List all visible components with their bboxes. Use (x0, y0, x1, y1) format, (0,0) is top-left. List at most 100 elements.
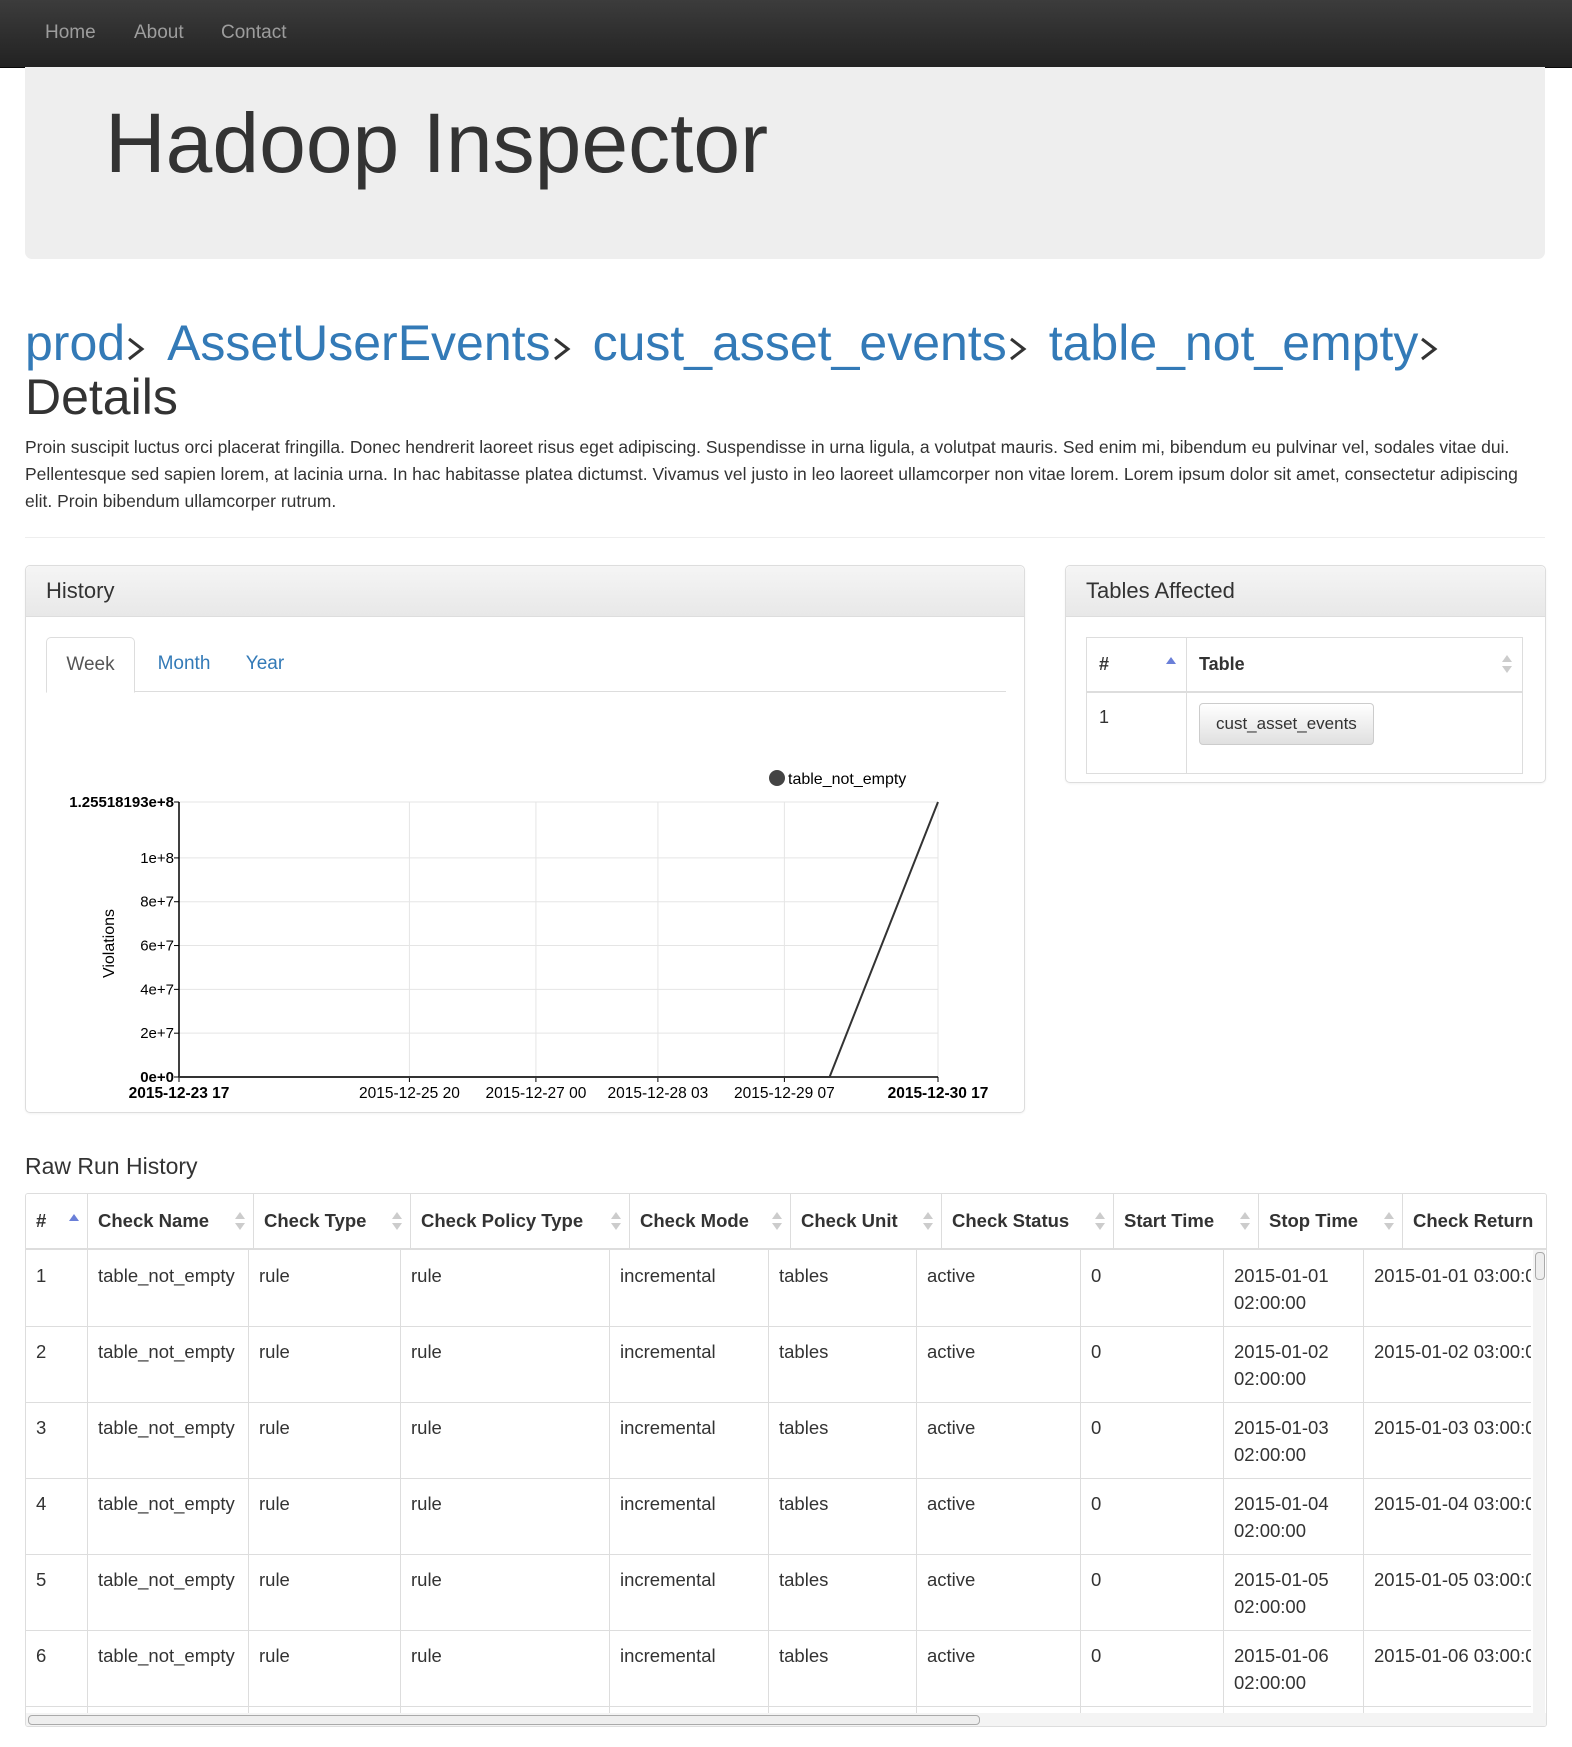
nav-home-link[interactable]: Home (45, 22, 96, 44)
history-panel: History Week Month Year 0e+0 2e+7 4e+7 6e+7… (25, 565, 1025, 1113)
column-header-check-mode[interactable]: Check Mode (630, 1194, 791, 1248)
cell-stop-time: 2015-01-03 02:00:00 (1224, 1402, 1364, 1478)
column-header-table[interactable]: Table (1186, 637, 1523, 693)
y-tick-label: 1e+8 (140, 850, 174, 867)
column-header-label: # (1099, 654, 1110, 674)
sort-both-icon (1095, 1212, 1105, 1230)
raw-history-header: # Check Name Check Type Check Policy Type Ch… (26, 1194, 1546, 1250)
cell-check-return: 2015-01-02 03:00:00 (1364, 1326, 1531, 1402)
nav-about-link[interactable]: About (134, 22, 184, 44)
cell-check-type: rule (249, 1478, 401, 1554)
breadcrumb-link-table[interactable]: cust_asset_events (593, 315, 1007, 371)
y-tick-label: 1.25518193e+8 (69, 794, 174, 811)
column-header-label: Check Return (1413, 1210, 1534, 1231)
column-header-check-unit[interactable]: Check Unit (791, 1194, 942, 1248)
scrollbar-thumb[interactable] (28, 1715, 980, 1725)
cell-status: active (917, 1554, 1081, 1630)
cell-stop-clock-text: 02:00:00 (1234, 1292, 1307, 1313)
cell-check-return: 2015-01-04 03:00:00 (1364, 1478, 1531, 1554)
sort-asc-icon (69, 1214, 79, 1221)
jumbotron: Hadoop Inspector (25, 67, 1545, 259)
cell-start: 0 (1081, 1402, 1224, 1478)
cell-stop-clock-text: 02:00:00 (1234, 1368, 1307, 1389)
cell-policy-type: rule (401, 1554, 610, 1630)
chevron-right-icon (1009, 337, 1027, 361)
nav-contact-link[interactable]: Contact (221, 22, 286, 44)
cell-num: 4 (26, 1478, 88, 1554)
cell-stop-time: 2015-01-04 02:00:00 (1224, 1478, 1364, 1554)
cell-start: 0 (1081, 1478, 1224, 1554)
cell-stop-clock-text: 02:00:00 (1234, 1672, 1307, 1693)
cell-num: 1 (26, 1250, 88, 1326)
column-header-label: Start Time (1124, 1210, 1215, 1231)
cell-check-name: table_not_empty (88, 1554, 249, 1630)
horizontal-scrollbar[interactable] (26, 1713, 1546, 1726)
column-header-num[interactable]: # (26, 1194, 88, 1248)
x-tick-label: 2015-12-25 20 (359, 1085, 460, 1101)
column-header-check-return[interactable]: Check Return (1403, 1194, 1546, 1248)
cell-policy-type: rule (401, 1478, 610, 1554)
cell-stop-date-text: 2015-01-04 (1234, 1493, 1329, 1514)
breadcrumb-link-prod[interactable]: prod (25, 315, 125, 371)
cell-status: active (917, 1250, 1081, 1326)
cell-unit: tables (769, 1478, 917, 1554)
cell-stop-time: 2015-01-05 02:00:00 (1224, 1554, 1364, 1630)
column-header-check-type[interactable]: Check Type (254, 1194, 411, 1248)
column-header-check-name[interactable]: Check Name (88, 1194, 254, 1248)
cell-check-return: 2015-01-05 03:00:00 (1364, 1554, 1531, 1630)
breadcrumb-link-dataset[interactable]: AssetUserEvents (167, 315, 550, 371)
tab-week[interactable]: Week (46, 637, 135, 693)
tab-year[interactable]: Year (230, 637, 300, 691)
cell-mode: incremental (610, 1402, 769, 1478)
history-panel-title: History (26, 566, 1024, 617)
column-header-start-time[interactable]: Start Time (1114, 1194, 1259, 1248)
scrollbar-thumb[interactable] (1535, 1252, 1545, 1280)
tab-month[interactable]: Month (146, 637, 222, 691)
table-row[interactable]: 2 table_not_empty rule rule incremental table… (26, 1326, 1531, 1403)
column-header-label: Table (1199, 654, 1245, 674)
cell-start: 0 (1081, 1326, 1224, 1402)
column-header-check-status[interactable]: Check Status (942, 1194, 1114, 1248)
cell-policy-type: rule (401, 1326, 610, 1402)
y-tick-label: 6e+7 (140, 938, 174, 955)
table-link-button[interactable]: cust_asset_events (1199, 703, 1374, 745)
legend-label: table_not_empty (788, 771, 906, 788)
y-tick-label: 2e+7 (140, 1025, 174, 1042)
column-header-label: Stop Time (1269, 1210, 1359, 1231)
column-header-stop-time[interactable]: Stop Time (1259, 1194, 1403, 1248)
cell-stop-time: 2015-01-01 02:00:00 (1224, 1250, 1364, 1326)
tables-affected-table: # Table 1 cust_asset_events (1086, 637, 1523, 774)
column-header-check-policy-type[interactable]: Check Policy Type (411, 1194, 630, 1248)
cell-stop-date-text: 2015-01-01 (1234, 1265, 1329, 1286)
cell-status: active (917, 1478, 1081, 1554)
cell-status: active (917, 1326, 1081, 1402)
table-row[interactable]: 5 table_not_empty rule rule incremental table… (26, 1554, 1531, 1631)
x-tick-label: 2015-12-28 03 (607, 1085, 708, 1101)
table-row[interactable]: 4 table_not_empty rule rule incremental table… (26, 1478, 1531, 1555)
cell-num: 6 (26, 1630, 88, 1706)
raw-history-body: 1 table_not_empty rule rule incremental table… (26, 1250, 1531, 1715)
cell-check-name: table_not_empty (88, 1630, 249, 1706)
breadcrumb-link-check[interactable]: table_not_empty (1049, 315, 1419, 371)
cell-status: active (917, 1402, 1081, 1478)
vertical-scrollbar[interactable] (1533, 1250, 1545, 1715)
cell-check-type: rule (249, 1630, 401, 1706)
column-header-label: Check Unit (801, 1210, 898, 1231)
cell-mode: incremental (610, 1326, 769, 1402)
table-row[interactable]: 1 table_not_empty rule rule incremental table… (26, 1250, 1531, 1327)
table-row[interactable]: 3 table_not_empty rule rule incremental table… (26, 1402, 1531, 1479)
table-row[interactable]: 6 table_not_empty rule rule incremental table… (26, 1630, 1531, 1707)
cell-unit: tables (769, 1630, 917, 1706)
cell-stop-date-text: 2015-01-02 (1234, 1341, 1329, 1362)
cell-check-type: rule (249, 1554, 401, 1630)
intro-text: Proin suscipit luctus orci placerat frin… (25, 437, 1518, 511)
cell-check-type: rule (249, 1402, 401, 1478)
cell-check-name: table_not_empty (88, 1326, 249, 1402)
cell-stop-clock-text: 02:00:00 (1234, 1596, 1307, 1617)
cell-check-return: 2015-01-01 03:00:00 (1364, 1250, 1531, 1326)
cell-mode: incremental (610, 1554, 769, 1630)
column-header-num[interactable]: # (1086, 637, 1187, 693)
column-header-label: Check Name (98, 1210, 210, 1231)
cell-start: 0 (1081, 1250, 1224, 1326)
cell-check-return: 2015-01-03 03:00:00 (1364, 1402, 1531, 1478)
